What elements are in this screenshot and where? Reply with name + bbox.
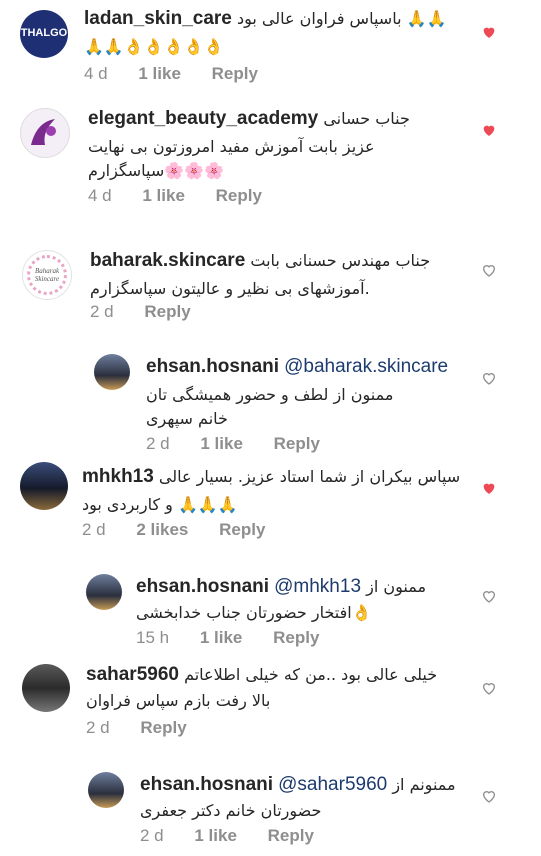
comment-text: ممنونم از — [392, 775, 456, 794]
mention-link[interactable]: @mhkh13 — [274, 576, 361, 597]
comment-text-line2: 🙏🙏👌👌👌👌👌 — [84, 37, 224, 56]
comment-time: 2 d — [86, 718, 110, 737]
heart-outline-icon[interactable] — [481, 588, 497, 604]
mention-link[interactable]: @sahar5960 — [278, 774, 387, 795]
comment-time: 2 d — [140, 826, 164, 845]
heart-outline-icon[interactable] — [481, 370, 497, 386]
reply-ehsan-baharak: ehsan.hosnani @baharak.skincare ممنون از… — [0, 346, 541, 453]
comment-text: جناب حسانی — [323, 109, 410, 128]
comment-time: 2 d — [90, 302, 114, 321]
comment-time: 4 d — [84, 64, 108, 83]
comment-sahar5960: sahar5960 خیلی عالی بود ..من که خیلی اطل… — [0, 652, 541, 752]
comment-text: ممنون از لطف و حضور همیشگی تان — [146, 385, 394, 404]
username[interactable]: ehsan.hosnani — [140, 774, 273, 795]
avatar[interactable] — [86, 574, 122, 610]
reply-button[interactable]: Reply — [268, 826, 314, 845]
avatar[interactable]: THALGO — [20, 10, 68, 58]
avatar-logo-icon — [31, 119, 56, 145]
likes-count[interactable]: 1 like — [200, 628, 243, 647]
reply-ehsan-mhkh13: ehsan.hosnani @mhkh13 ممنون از 👌افتخار ح… — [0, 566, 541, 652]
reply-button[interactable]: Reply — [140, 718, 186, 737]
avatar[interactable] — [88, 772, 124, 808]
heart-outline-icon[interactable] — [481, 680, 497, 696]
comment-text: خیلی عالی بود ..من که خیلی اطلاعاتم — [184, 665, 438, 684]
comment-time: 2 d — [82, 520, 106, 539]
likes-count[interactable]: 2 likes — [136, 520, 188, 539]
reply-ehsan-sahar: ehsan.hosnani @sahar5960 ممنونم از حضورت… — [0, 766, 541, 856]
avatar[interactable] — [22, 664, 70, 712]
username[interactable]: ehsan.hosnani — [136, 576, 269, 597]
avatar[interactable] — [94, 354, 130, 390]
reply-button[interactable]: Reply — [144, 302, 190, 321]
comment-text-line2: 👌افتخار حضورتان جناب خدابخشی — [136, 603, 372, 622]
comment-ladan: THALGO ladan_skin_care 🙏🙏 باسپاس فراوان … — [0, 0, 541, 90]
heart-icon[interactable] — [481, 122, 497, 138]
avatar[interactable]: Baharak Skincare — [22, 250, 72, 300]
reply-button[interactable]: Reply — [216, 186, 262, 205]
avatar[interactable] — [20, 462, 68, 510]
comment-text: ممنون از — [366, 577, 427, 596]
comment-text: سپاس بیکران از شما استاد عزیز. بسیار عال… — [158, 467, 461, 486]
likes-count[interactable]: 1 like — [142, 186, 185, 205]
comment-text-line3: 🌸🌸🌸سپاسگزارم — [88, 161, 225, 180]
comment-text-line2: .آموزشهای بی نظیر و عالیتون سپاسگزارم — [90, 279, 370, 298]
comment-time: 4 d — [88, 186, 112, 205]
reply-button[interactable]: Reply — [273, 628, 319, 647]
comment-text-line2: حضورتان خانم دکتر جعفری — [140, 801, 322, 820]
heart-icon[interactable] — [481, 24, 497, 40]
mention-link[interactable]: @baharak.skincare — [284, 356, 448, 377]
username[interactable]: baharak.skincare — [90, 250, 245, 271]
comment-text: 🙏🙏 باسپاس فراوان عالی بود — [236, 9, 447, 28]
reply-button[interactable]: Reply — [212, 64, 258, 83]
comment-text-line2: بالا رفت بازم سپاس فراوان — [86, 691, 271, 710]
comment-text-line2: خانم سپهری — [146, 409, 228, 428]
avatar-logo-text: THALGO — [20, 27, 68, 39]
comment-text-line2: عزیز بابت آموزش مفید امروزتون بی نهایت — [88, 137, 375, 156]
reply-button[interactable]: Reply — [219, 520, 265, 539]
comment-text: جناب مهندس حسنانی بابت — [250, 251, 431, 270]
comment-baharak: Baharak Skincare baharak.skincare جناب م… — [0, 240, 541, 330]
username[interactable]: sahar5960 — [86, 664, 179, 685]
heart-outline-icon[interactable] — [481, 262, 497, 278]
comment-time: 15 h — [136, 628, 170, 647]
comment-elegant: elegant_beauty_academy جناب حسانی عزیز ب… — [0, 98, 541, 218]
username[interactable]: ehsan.hosnani — [146, 356, 279, 377]
username[interactable]: mhkh13 — [82, 466, 154, 487]
username[interactable]: ladan_skin_care — [84, 8, 232, 29]
comment-mhkh13: mhkh13 سپاس بیکران از شما استاد عزیز. بس… — [0, 450, 541, 550]
avatar[interactable] — [20, 108, 70, 158]
likes-count[interactable]: 1 like — [138, 64, 181, 83]
comment-text-line2: 🙏🙏🙏 و کاربردی بود — [82, 495, 238, 514]
likes-count[interactable]: 1 like — [194, 826, 237, 845]
username[interactable]: elegant_beauty_academy — [88, 108, 318, 129]
heart-outline-icon[interactable] — [481, 788, 497, 804]
heart-icon[interactable] — [481, 480, 497, 496]
